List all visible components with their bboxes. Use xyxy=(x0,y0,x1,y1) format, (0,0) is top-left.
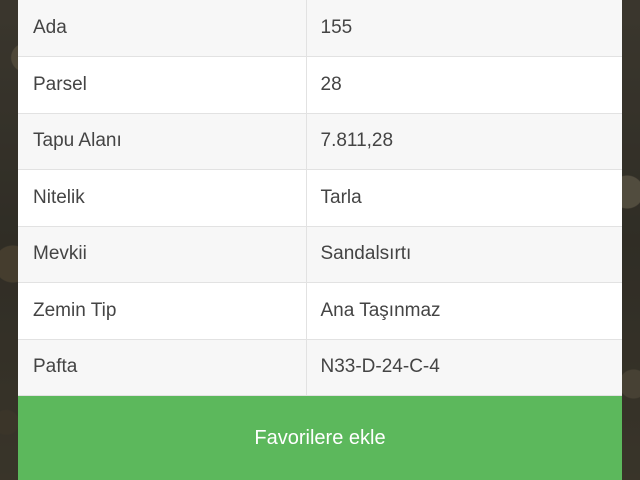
row-label: Zemin Tip xyxy=(18,282,307,340)
row-value: 155 xyxy=(306,0,622,57)
table-row-zemin-tip: Zemin Tip Ana Taşınmaz xyxy=(18,282,622,340)
table-row-parsel: Parsel 28 xyxy=(18,56,622,114)
parcel-info-sheet: Ada 155 Parsel 28 Tapu Alanı 7.811,28 Ni… xyxy=(18,0,622,480)
add-to-favorites-button[interactable]: Favorilere ekle xyxy=(18,396,622,480)
row-value: 7.811,28 xyxy=(306,113,622,170)
table-row-tapu-alani: Tapu Alanı 7.811,28 xyxy=(18,113,622,170)
row-label: Nitelik xyxy=(18,169,307,227)
table-row-mevkii: Mevkii Sandalsırtı xyxy=(18,226,622,283)
row-value: N33-D-24-C-4 xyxy=(306,339,622,396)
parcel-info-table: Ada 155 Parsel 28 Tapu Alanı 7.811,28 Ni… xyxy=(18,0,622,396)
row-value: Tarla xyxy=(306,169,622,227)
table-row-ada: Ada 155 xyxy=(18,0,622,57)
row-value: Ana Taşınmaz xyxy=(306,282,622,340)
table-row-nitelik: Nitelik Tarla xyxy=(18,169,622,227)
row-value: 28 xyxy=(306,56,622,114)
row-label: Tapu Alanı xyxy=(18,113,307,170)
table-row-pafta: Pafta N33-D-24-C-4 xyxy=(18,339,622,396)
row-label: Pafta xyxy=(18,339,307,396)
row-label: Ada xyxy=(18,0,307,57)
row-value: Sandalsırtı xyxy=(306,226,622,283)
row-label: Parsel xyxy=(18,56,307,114)
row-label: Mevkii xyxy=(18,226,307,283)
